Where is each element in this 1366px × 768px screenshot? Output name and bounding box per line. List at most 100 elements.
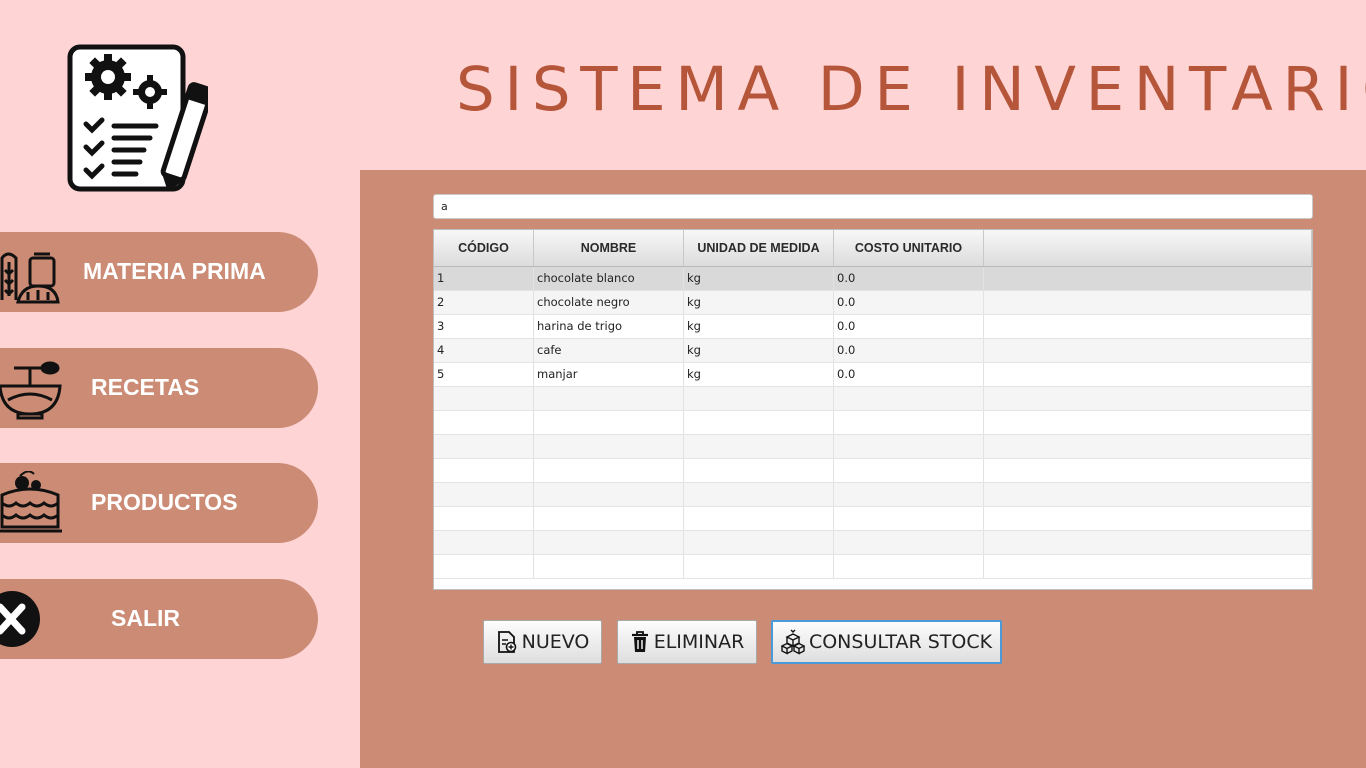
column-header-empty [984,230,1312,266]
table-cell: kg [684,363,834,386]
table-header: CÓDIGO NOMBRE UNIDAD DE MEDIDA COSTO UNI… [434,230,1312,267]
table-cell: 0.0 [834,291,984,314]
table-cell [684,531,834,554]
table-cell [534,435,684,458]
table-row-empty[interactable] [434,507,1312,531]
inventory-table[interactable]: CÓDIGO NOMBRE UNIDAD DE MEDIDA COSTO UNI… [433,229,1313,590]
table-cell: 3 [434,315,534,338]
column-header-codigo[interactable]: CÓDIGO [434,230,534,266]
table-cell: 0.0 [834,339,984,362]
table-cell [834,435,984,458]
table-cell [434,387,534,410]
table-cell: 4 [434,339,534,362]
table-cell: 0.0 [834,315,984,338]
table-cell [984,435,1312,458]
table-cell [534,555,684,578]
nav-recetas-button[interactable]: RECETAS [0,348,318,428]
table-cell [684,387,834,410]
table-cell [534,507,684,530]
table-cell: manjar [534,363,684,386]
table-cell [434,411,534,434]
table-cell: 0.0 [834,267,984,290]
table-row[interactable]: 4 cafe kg 0.0 [434,339,1312,363]
table-cell [984,531,1312,554]
table-cell [434,435,534,458]
cake-icon [0,471,62,533]
new-document-icon [497,631,516,653]
table-cell [434,555,534,578]
table-cell: chocolate negro [534,291,684,314]
table-cell: 2 [434,291,534,314]
table-cell [434,483,534,506]
table-row-empty[interactable] [434,531,1312,555]
table-row-empty[interactable] [434,387,1312,411]
table-cell [684,459,834,482]
table-cell: 5 [434,363,534,386]
nav-materia-prima-label: MATERIA PRIMA [83,258,266,284]
table-cell [834,507,984,530]
table-cell [534,531,684,554]
eliminar-button[interactable]: ELIMINAR [617,620,757,664]
table-row-empty[interactable] [434,555,1312,579]
table-cell [984,507,1312,530]
table-cell: 1 [434,267,534,290]
table-cell [684,507,834,530]
column-header-unidad[interactable]: UNIDAD DE MEDIDA [684,230,834,266]
consultar-stock-label: CONSULTAR STOCK [808,631,993,653]
table-row-empty[interactable] [434,483,1312,507]
table-cell [834,459,984,482]
table-row-empty[interactable] [434,411,1312,435]
table-cell: kg [684,315,834,338]
table-cell [834,387,984,410]
nav-productos-button[interactable]: PRODUCTOS [0,463,318,543]
nav-recetas-label: RECETAS [91,374,200,400]
table-cell [984,291,1312,314]
table-row-empty[interactable] [434,435,1312,459]
app-title: SISTEMA DE INVENTARIO [456,54,1366,125]
table-body: 1 chocolate blanco kg 0.0 2 chocolate negro kg… [434,267,1312,579]
table-cell [684,555,834,578]
table-cell: harina de trigo [534,315,684,338]
nuevo-button[interactable]: NUEVO [483,620,602,664]
column-header-nombre[interactable]: NOMBRE [534,230,684,266]
table-cell [684,411,834,434]
table-cell [984,387,1312,410]
search-input[interactable] [433,194,1313,219]
nuevo-label: NUEVO [521,631,590,653]
nav-productos-label: PRODUCTOS [91,489,238,515]
eliminar-label: ELIMINAR [653,631,745,653]
table-cell [834,531,984,554]
table-cell: cafe [534,339,684,362]
table-row[interactable]: 2 chocolate negro kg 0.0 [434,291,1312,315]
table-cell [984,267,1312,290]
checklist-gears-pencil-icon [67,44,208,192]
table-cell [984,555,1312,578]
table-row[interactable]: 5 manjar kg 0.0 [434,363,1312,387]
table-cell [834,555,984,578]
table-row-empty[interactable] [434,459,1312,483]
nav-materia-prima-button[interactable]: MATERIA PRIMA [0,232,318,312]
table-cell [984,339,1312,362]
table-cell [984,315,1312,338]
table-cell: kg [684,291,834,314]
wheat-flour-icon [0,252,60,304]
table-cell [984,363,1312,386]
close-circle-icon [0,591,40,647]
table-cell [534,459,684,482]
table-cell [534,387,684,410]
table-cell [534,483,684,506]
trash-icon [631,631,648,652]
table-cell [984,459,1312,482]
stock-boxes-icon [780,629,805,655]
table-cell [834,483,984,506]
nav-salir-button[interactable]: SALIR [0,579,318,659]
table-row[interactable]: 1 chocolate blanco kg 0.0 [434,267,1312,291]
table-row[interactable]: 3 harina de trigo kg 0.0 [434,315,1312,339]
consultar-stock-button[interactable]: CONSULTAR STOCK [771,620,1002,664]
nav-salir-label: SALIR [111,605,180,631]
table-cell: 0.0 [834,363,984,386]
table-cell: chocolate blanco [534,267,684,290]
table-cell [534,411,684,434]
column-header-costo[interactable]: COSTO UNITARIO [834,230,984,266]
table-cell: kg [684,339,834,362]
